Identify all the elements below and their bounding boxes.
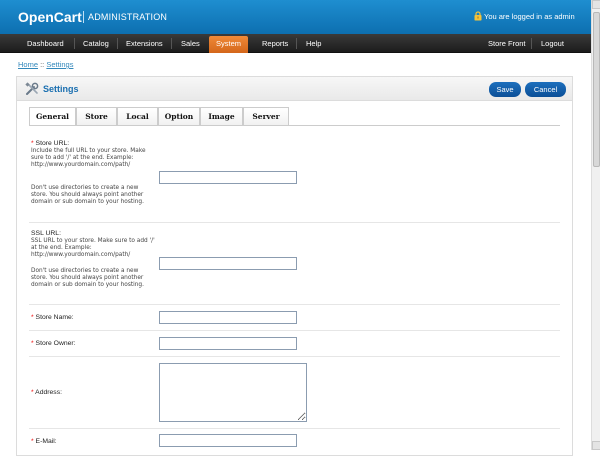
page-title: Settings [43, 84, 79, 94]
nav-dashboard[interactable]: Dashboard [27, 34, 64, 53]
email-label-text: E-Mail: [35, 438, 57, 445]
nav-catalog[interactable]: Catalog [83, 34, 109, 53]
save-button[interactable]: Save [489, 82, 521, 97]
nav-divider [117, 38, 118, 49]
address-label-text: Address: [35, 389, 62, 396]
store-url-help: Include the full URL to your store. Make… [31, 148, 146, 168]
tab-server[interactable]: Server [243, 107, 289, 125]
store-name-label: * Store Name: [31, 314, 74, 321]
nav-divider [171, 38, 172, 49]
form-row-address: * Address: [29, 357, 560, 429]
required-mark: * [31, 389, 34, 396]
top-header: OpenCart ADMINISTRATION You are logged i… [0, 0, 591, 34]
nav-logout[interactable]: Logout [541, 34, 564, 53]
form-row-store-name: * Store Name: [29, 305, 560, 331]
tab-image[interactable]: Image [200, 107, 243, 125]
ssl-url-help-note: Don't use directories to create a new st… [31, 268, 144, 288]
required-mark: * [31, 438, 34, 445]
nav-extensions[interactable]: Extensions [126, 34, 163, 53]
breadcrumb-home[interactable]: Home [18, 60, 38, 69]
ssl-url-help: SSL URL to your store. Make sure to add … [31, 238, 155, 258]
nav-store-front[interactable]: Store Front [488, 34, 526, 53]
nav-help[interactable]: Help [306, 34, 321, 53]
required-mark: * [31, 340, 34, 347]
nav-divider [531, 38, 532, 49]
logo-subtitle: ADMINISTRATION [88, 12, 168, 22]
logo-divider [83, 11, 84, 23]
tab-store[interactable]: Store [76, 107, 117, 125]
address-textarea[interactable] [159, 363, 307, 422]
main-nav: Dashboard Catalog Extensions Sales Syste… [0, 34, 591, 53]
tools-icon [25, 82, 39, 95]
scroll-up-arrow[interactable] [592, 0, 600, 9]
nav-reports[interactable]: Reports [262, 34, 288, 53]
ssl-url-label: SSL URL: [31, 230, 61, 237]
address-label: * Address: [31, 389, 62, 396]
nav-divider [296, 38, 297, 49]
panel-header: Settings Save Cancel [17, 77, 572, 101]
form-row-email: * E-Mail: [29, 429, 560, 455]
required-mark: * [31, 314, 34, 321]
settings-panel: Settings Save Cancel General Store Local… [16, 76, 573, 456]
page-scrollbar[interactable] [591, 0, 600, 450]
store-owner-label-text: Store Owner: [35, 340, 76, 347]
tab-local[interactable]: Local [117, 107, 158, 125]
logo[interactable]: OpenCart [18, 9, 82, 25]
email-input[interactable] [159, 434, 297, 447]
store-owner-input[interactable] [159, 337, 297, 350]
form-row-store-owner: * Store Owner: [29, 331, 560, 357]
nav-sales[interactable]: Sales [181, 34, 200, 53]
form-row-store-url: * Store URL: Include the full URL to you… [29, 137, 560, 223]
tab-option[interactable]: Option [158, 107, 200, 125]
breadcrumb: Home :: Settings [18, 60, 73, 69]
logged-in-text: You are logged in as admin [484, 12, 575, 21]
ssl-url-input[interactable] [159, 257, 297, 270]
cancel-button[interactable]: Cancel [525, 82, 566, 97]
scroll-thumb[interactable] [593, 12, 600, 167]
scroll-down-arrow[interactable] [592, 441, 600, 450]
store-url-input[interactable] [159, 171, 297, 184]
nav-divider [74, 38, 75, 49]
store-url-label: * Store URL: [31, 140, 69, 147]
lock-icon [474, 11, 482, 21]
store-url-help-note: Don't use directories to create a new st… [31, 185, 144, 205]
required-mark: * [31, 140, 34, 147]
email-label: * E-Mail: [31, 438, 57, 445]
tab-underline [29, 125, 560, 126]
store-name-input[interactable] [159, 311, 297, 324]
store-owner-label: * Store Owner: [31, 340, 76, 347]
nav-system[interactable]: System [209, 36, 249, 53]
form-row-ssl-url: SSL URL: SSL URL to your store. Make sur… [29, 223, 560, 305]
breadcrumb-settings[interactable]: Settings [46, 60, 73, 69]
tab-general[interactable]: General [29, 107, 76, 126]
store-url-label-text: Store URL: [35, 140, 70, 147]
store-name-label-text: Store Name: [35, 314, 74, 321]
